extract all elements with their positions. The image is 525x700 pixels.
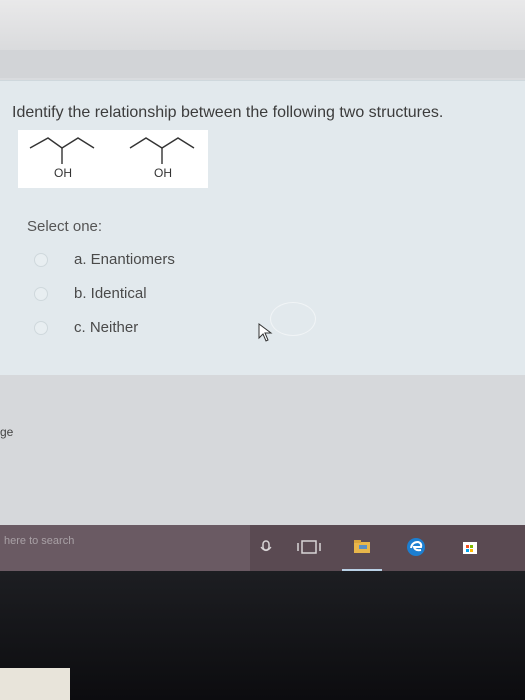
monitor-bezel bbox=[0, 571, 525, 700]
option-c-radio[interactable] bbox=[34, 321, 48, 335]
file-explorer-icon[interactable] bbox=[352, 537, 372, 557]
edge-icon[interactable] bbox=[406, 537, 426, 557]
structure-2-chain bbox=[129, 137, 195, 149]
taskbar-search-box[interactable]: here to search bbox=[0, 525, 250, 571]
option-a[interactable]: a. Enantiomers bbox=[34, 251, 434, 273]
structure-1-chain bbox=[29, 137, 95, 149]
option-a-radio[interactable] bbox=[34, 253, 48, 267]
store-icon[interactable] bbox=[460, 537, 480, 557]
desk-surface bbox=[0, 668, 70, 700]
structure-2-oh-label: OH bbox=[154, 166, 172, 180]
option-c[interactable]: c. Neither bbox=[34, 319, 434, 341]
option-b[interactable]: b. Identical bbox=[34, 285, 434, 307]
task-view-icon[interactable] bbox=[296, 537, 322, 557]
skeletal-structures bbox=[29, 137, 195, 164]
header-strip bbox=[0, 50, 525, 78]
browser-top-area bbox=[0, 0, 525, 50]
page-edge-text: ge bbox=[0, 425, 14, 439]
screen-glare bbox=[270, 302, 316, 336]
structures-image: OH OH bbox=[18, 130, 208, 188]
page-lower-area bbox=[0, 375, 525, 525]
option-a-label[interactable]: a. Enantiomers bbox=[74, 251, 175, 268]
select-one-prompt: Select one: bbox=[27, 218, 103, 235]
option-c-label[interactable]: c. Neither bbox=[74, 319, 138, 336]
microphone-icon[interactable] bbox=[256, 537, 276, 557]
structure-1-oh-label: OH bbox=[54, 166, 72, 180]
taskbar-search-placeholder[interactable]: here to search bbox=[4, 535, 74, 547]
question-text: Identify the relationship between the fo… bbox=[12, 104, 444, 121]
option-b-label[interactable]: b. Identical bbox=[74, 285, 147, 302]
option-b-radio[interactable] bbox=[34, 287, 48, 301]
mouse-cursor-icon bbox=[258, 323, 274, 348]
windows-taskbar: here to search bbox=[0, 525, 525, 571]
